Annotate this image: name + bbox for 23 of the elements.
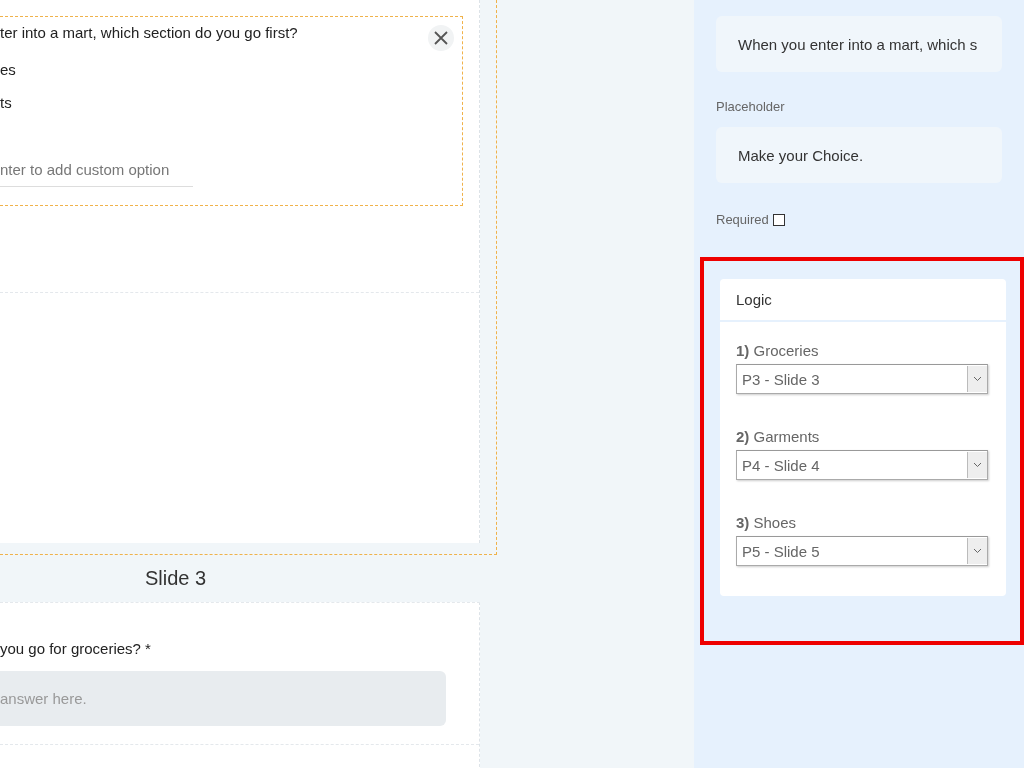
- field-title-field[interactable]: When you enter into a mart, which s: [716, 16, 1002, 72]
- question-title: you go for groceries? *: [0, 640, 152, 657]
- required-checkbox[interactable]: [772, 213, 785, 226]
- custom-option-field[interactable]: nter to add custom option: [0, 161, 193, 187]
- placeholder-field[interactable]: Make your Choice.: [716, 127, 1002, 183]
- chevron-down-icon: [973, 548, 982, 554]
- required-label: Required: [716, 212, 769, 227]
- option-label: es: [0, 61, 16, 78]
- rule-label: 3) Shoes: [736, 514, 798, 531]
- target-dropdown[interactable]: P5 - Slide 5: [736, 536, 988, 566]
- rule-label: 2) Garments: [736, 428, 821, 445]
- placeholder-label: Placeholder: [716, 99, 786, 114]
- target-dropdown[interactable]: P3 - Slide 3: [736, 364, 988, 394]
- close-icon[interactable]: [428, 25, 454, 51]
- option-label: ts: [0, 94, 12, 111]
- rule-label: 1) Groceries: [736, 342, 820, 359]
- chevron-down-icon: [973, 376, 982, 382]
- panel-title: Logic: [720, 279, 1006, 322]
- answer-field[interactable]: answer here.: [0, 671, 446, 726]
- chevron-down-icon: [973, 462, 982, 468]
- question-title: ter into a mart, which section do you go first?: [0, 24, 298, 41]
- target-dropdown[interactable]: P4 - Slide 4: [736, 450, 988, 480]
- slide-heading: Slide 3: [144, 566, 208, 591]
